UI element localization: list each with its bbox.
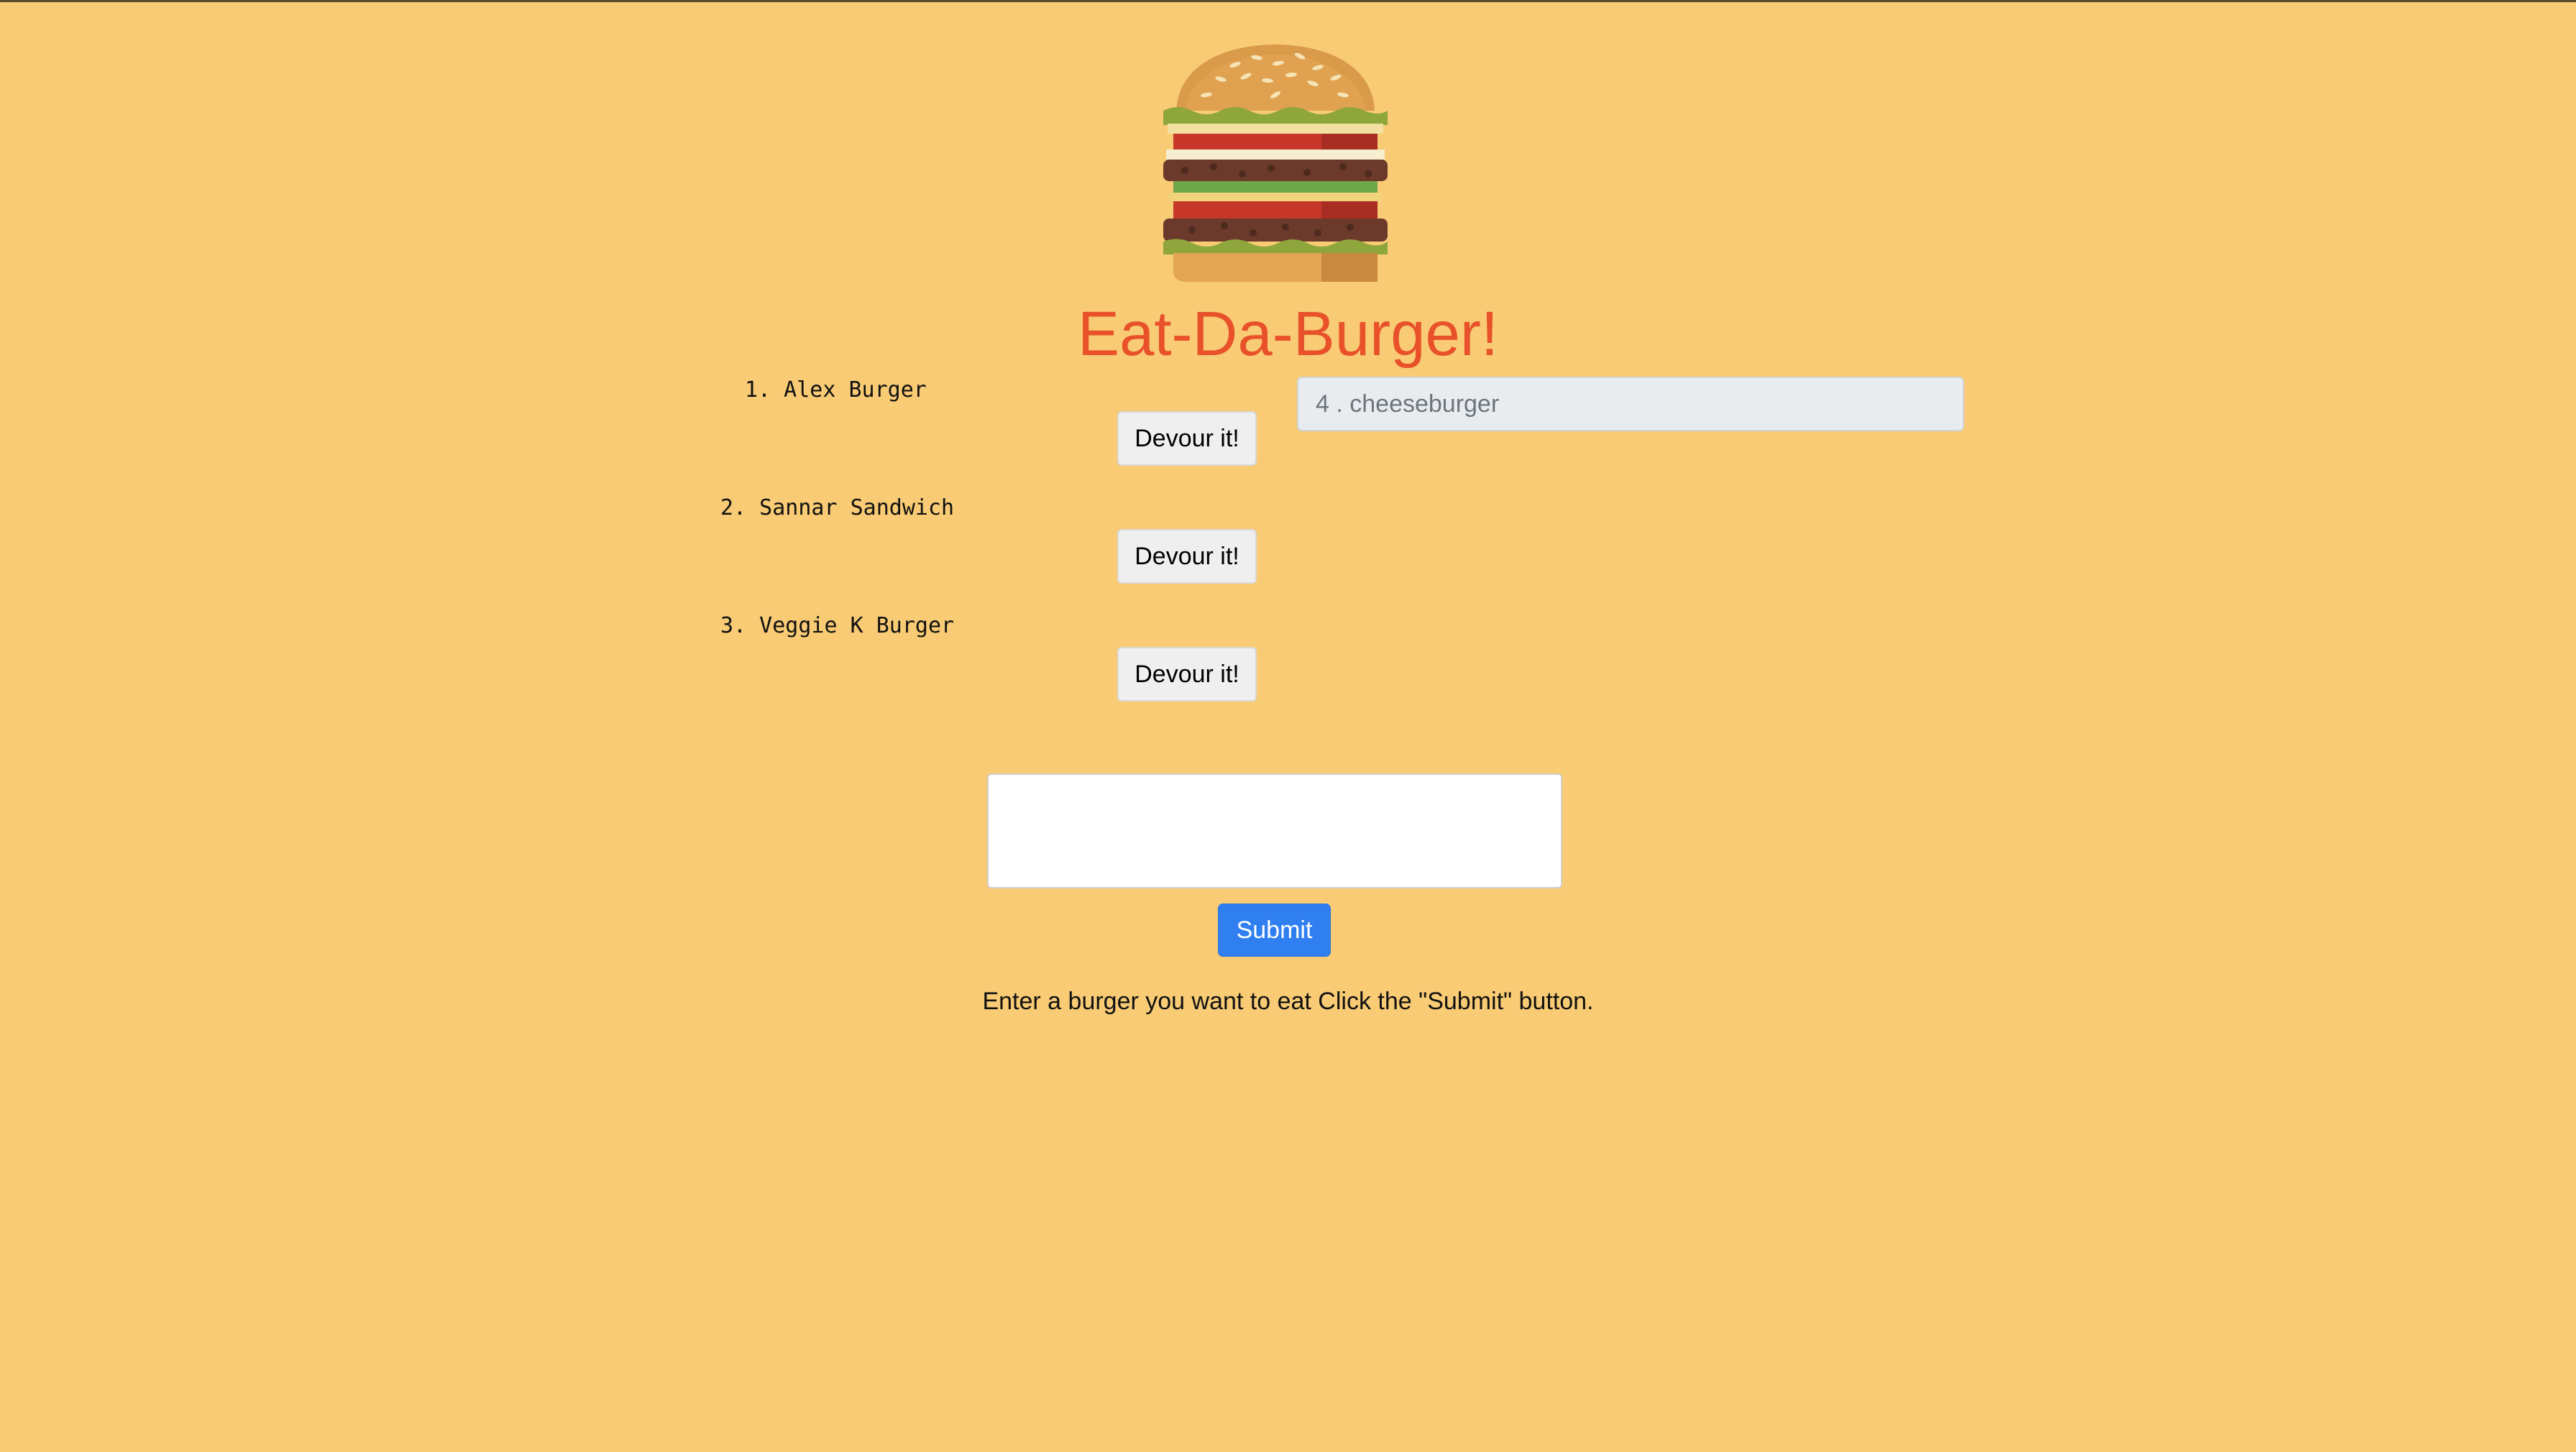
devour-button[interactable]: Devour it! [1117,647,1257,702]
devour-button[interactable]: Devour it! [1117,411,1257,466]
burger-item-label: 2. Sannar Sandwich [720,495,955,520]
instructions-text: Enter a burger you want to eat Click the… [982,988,1594,1015]
devour-button[interactable]: Devour it! [1117,529,1257,584]
burger-item-label: 3. Veggie K Burger [720,613,955,638]
burger-item-label: 1. Alex Burger [745,377,927,403]
window-top-border [0,0,2576,2]
devoured-burger-field: 4 . cheeseburger [1297,377,1964,431]
submit-button[interactable]: Submit [1218,904,1331,957]
burger-input[interactable] [987,773,1562,888]
page-title: Eat-Da-Burger! [1077,299,1499,369]
burger-icon [1163,45,1388,282]
